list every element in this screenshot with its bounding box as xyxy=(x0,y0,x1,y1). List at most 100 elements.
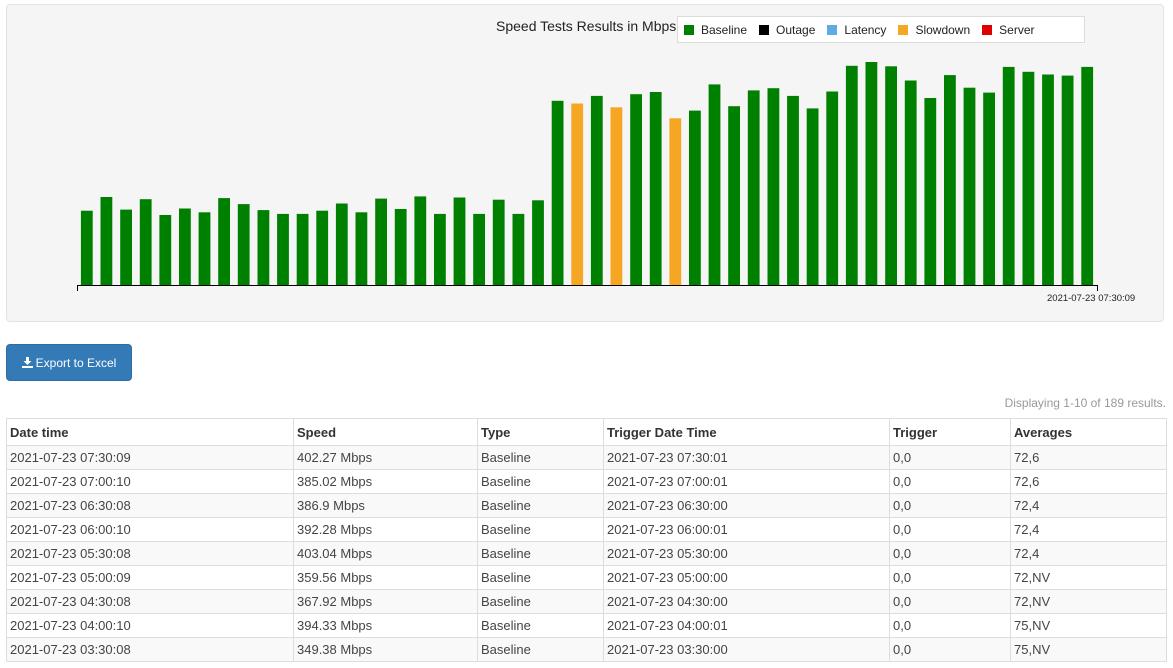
chart-bar[interactable] xyxy=(689,110,701,285)
chart-bar[interactable] xyxy=(787,95,799,286)
chart-bar[interactable] xyxy=(237,204,250,285)
legend-swatch xyxy=(759,24,770,35)
table-cell: 2021-07-23 05:30:00 xyxy=(603,541,890,566)
table-cell: 72,NV xyxy=(1010,565,1167,590)
table-cell: 0,0 xyxy=(889,637,1011,662)
chart-bar[interactable] xyxy=(1002,66,1015,286)
chart-bar[interactable] xyxy=(257,210,270,285)
chart-bar[interactable] xyxy=(983,92,995,285)
table-cell: 0,0 xyxy=(889,589,1011,614)
legend-label: Baseline xyxy=(701,22,748,37)
chart-bar[interactable] xyxy=(1042,74,1054,286)
chart-bar[interactable] xyxy=(414,196,427,285)
chart-bar[interactable] xyxy=(551,100,564,285)
chart-bar[interactable] xyxy=(924,98,937,285)
table-cell: 2021-07-23 04:00:10 xyxy=(6,613,294,638)
chart-bar[interactable] xyxy=(453,197,466,286)
chart-bar[interactable] xyxy=(904,80,917,286)
chart-bar[interactable] xyxy=(1081,66,1094,286)
legend-label: Server xyxy=(999,22,1035,37)
table-cell: 72,4 xyxy=(1010,493,1167,518)
chart-bar[interactable] xyxy=(806,108,819,286)
chart-legend: Baseline Outage Latency Slowdown Server xyxy=(677,16,1085,43)
table-cell: 2021-07-23 06:30:08 xyxy=(6,493,294,518)
legend-item-baseline: Baseline xyxy=(684,23,747,37)
chart-bar[interactable] xyxy=(728,106,740,285)
chart-bar[interactable] xyxy=(100,197,113,285)
chart-bar[interactable] xyxy=(316,210,329,285)
column-header-date-time[interactable]: Date time xyxy=(6,418,294,446)
table-cell: 394.33 Mbps xyxy=(293,613,478,638)
chart-bar[interactable] xyxy=(473,213,485,285)
chart-bar[interactable] xyxy=(159,215,172,285)
table-cell: Baseline xyxy=(477,541,604,566)
chart-bar[interactable] xyxy=(1061,75,1074,285)
chart-bar[interactable] xyxy=(120,209,132,285)
chart-bar[interactable] xyxy=(375,198,387,285)
chart-bar[interactable] xyxy=(355,212,368,285)
table-cell: 402.27 Mbps xyxy=(293,445,478,470)
chart-bar[interactable] xyxy=(394,209,407,285)
column-header-trigger[interactable]: Trigger xyxy=(889,418,1011,446)
legend-item-outage: Outage xyxy=(759,23,815,37)
chart-bar[interactable] xyxy=(944,75,956,285)
table-row: 2021-07-23 04:30:08 367.92 Mbps Baseline 20… xyxy=(6,589,1167,614)
chart-bar[interactable] xyxy=(512,213,525,285)
chart-bar[interactable] xyxy=(669,118,682,285)
chart-bar[interactable] xyxy=(218,198,230,285)
column-header-speed[interactable]: Speed xyxy=(293,418,478,446)
export-button-label: Export to Excel xyxy=(35,355,117,370)
chart-bar[interactable] xyxy=(845,65,858,285)
table-cell: 0,0 xyxy=(889,469,1011,494)
chart-bar[interactable] xyxy=(747,90,760,286)
chart-bar[interactable] xyxy=(434,213,446,285)
chart-bar[interactable] xyxy=(139,199,152,285)
chart-bar[interactable] xyxy=(865,62,878,285)
speed-chart xyxy=(77,62,1098,291)
chart-bar[interactable] xyxy=(708,84,721,286)
column-header-trigger-date-time[interactable]: Trigger Date Time xyxy=(603,418,890,446)
chart-bar[interactable] xyxy=(571,103,584,286)
legend-item-server: Server xyxy=(982,23,1034,37)
chart-bar[interactable] xyxy=(630,94,642,285)
chart-bar[interactable] xyxy=(532,200,544,285)
chart-bar[interactable] xyxy=(492,199,505,285)
table-cell: 403.04 Mbps xyxy=(293,541,478,566)
table-cell: 72,6 xyxy=(1010,445,1167,470)
chart-bar[interactable] xyxy=(1022,71,1035,285)
chart-bar[interactable] xyxy=(610,107,623,285)
chart-bar[interactable] xyxy=(296,213,309,285)
table-cell: Baseline xyxy=(477,565,604,590)
table-cell: 2021-07-23 06:30:00 xyxy=(603,493,890,518)
legend-label: Outage xyxy=(776,22,816,37)
table-row: 2021-07-23 06:00:10 392.28 Mbps Baseline 20… xyxy=(6,517,1167,542)
chart-bar[interactable] xyxy=(179,208,191,286)
chart-bar[interactable] xyxy=(590,95,603,286)
chart-bar[interactable] xyxy=(335,203,348,286)
table-cell: 0,0 xyxy=(889,445,1011,470)
table-cell: 2021-07-23 06:00:01 xyxy=(603,517,890,542)
download-icon xyxy=(21,357,33,368)
chart-bar[interactable] xyxy=(885,66,897,285)
chart-bar[interactable] xyxy=(826,91,839,286)
table-cell: 2021-07-23 07:00:10 xyxy=(6,469,294,494)
table-cell: 0,0 xyxy=(889,565,1011,590)
table-cell: 386.9 Mbps xyxy=(293,493,478,518)
export-to-excel-button[interactable]: Export to Excel xyxy=(6,344,132,381)
column-header-averages[interactable]: Averages xyxy=(1010,418,1167,446)
chart-bar[interactable] xyxy=(80,210,93,285)
chart-bar[interactable] xyxy=(649,92,662,285)
table-cell: 392.28 Mbps xyxy=(293,517,478,542)
chart-bar[interactable] xyxy=(963,87,976,285)
table-cell: 75,NV xyxy=(1010,637,1167,662)
table-cell: 75,NV xyxy=(1010,613,1167,638)
chart-bar[interactable] xyxy=(767,88,780,285)
legend-swatch xyxy=(982,24,993,35)
column-header-type[interactable]: Type xyxy=(477,418,604,446)
table-cell: Baseline xyxy=(477,493,604,518)
chart-bar[interactable] xyxy=(198,212,211,285)
chart-bar[interactable] xyxy=(277,213,289,285)
legend-swatch xyxy=(898,24,909,35)
table-row: 2021-07-23 05:00:09 359.56 Mbps Baseline 20… xyxy=(6,565,1167,590)
legend-item-slowdown: Slowdown xyxy=(898,23,970,37)
